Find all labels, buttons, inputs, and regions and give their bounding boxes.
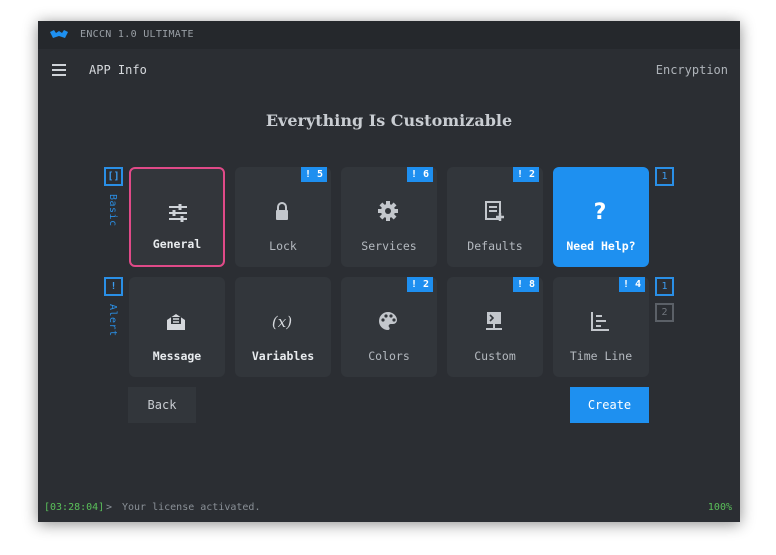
- title-bar: ENCCN 1.0 ULTIMATE: [38, 21, 740, 49]
- terminal-network-icon: [486, 312, 502, 330]
- app-window: ENCCN 1.0 ULTIMATE APP Info Encryption E…: [38, 21, 740, 522]
- window-title: ENCCN 1.0 ULTIMATE: [80, 29, 194, 40]
- status-progress: 100%: [707, 502, 732, 513]
- page-button-1[interactable]: 1: [655, 277, 674, 296]
- svg-text:(x): (x): [272, 313, 292, 331]
- tile-label: Variables: [251, 349, 315, 363]
- alert-badge: ! 2: [407, 277, 433, 292]
- alert-section-icon: !: [104, 277, 123, 296]
- tile-need-help[interactable]: ? Need Help?: [553, 167, 649, 267]
- question-icon: ?: [594, 200, 607, 222]
- document-add-icon: [485, 201, 504, 221]
- page-button-2[interactable]: 2: [655, 303, 674, 322]
- tile-label: Lock: [269, 239, 297, 253]
- page-heading: Everything Is Customizable: [265, 111, 513, 130]
- tile-colors[interactable]: ! 2 Colors: [341, 277, 437, 377]
- tile-label: Services: [361, 239, 417, 253]
- tile-custom[interactable]: ! 8 Custom: [447, 277, 543, 377]
- page-button-1[interactable]: 1: [655, 167, 674, 186]
- status-bar: [03:28:04] > Your license activated. 100…: [38, 497, 740, 519]
- lock-icon: [276, 202, 288, 220]
- encryption-link[interactable]: Encryption: [656, 63, 728, 77]
- basic-section-label: Basic: [107, 194, 118, 227]
- tile-label: Defaults: [467, 239, 523, 253]
- status-time: [03:28:04]: [44, 502, 105, 513]
- timeline-icon: [591, 312, 609, 331]
- tile-label: Message: [152, 349, 202, 363]
- variable-icon: (x): [272, 313, 292, 331]
- palette-icon: [379, 312, 397, 330]
- alert-badge: ! 4: [619, 277, 645, 292]
- alert-badge: ! 6: [407, 167, 433, 182]
- tile-label: Custom: [474, 349, 516, 363]
- tile-label: General: [152, 237, 202, 251]
- back-button[interactable]: Back: [128, 387, 196, 423]
- app-bar: APP Info Encryption: [38, 49, 740, 91]
- alert-badge: ! 8: [513, 277, 539, 292]
- tile-general[interactable]: General: [129, 167, 225, 267]
- hamburger-menu-icon[interactable]: [52, 64, 66, 76]
- sliders-icon: [169, 204, 187, 222]
- bat-logo-icon: [50, 30, 68, 38]
- alert-badge: ! 2: [513, 167, 539, 182]
- alert-section-label: Alert: [107, 304, 118, 337]
- mail-open-icon: [167, 314, 185, 330]
- tile-label: Colors: [368, 349, 410, 363]
- tile-variables[interactable]: (x) Variables: [235, 277, 331, 377]
- app-title: APP Info: [89, 63, 147, 77]
- create-button[interactable]: Create: [570, 387, 649, 423]
- status-message: Your license activated.: [122, 502, 261, 513]
- tile-label: Time Line: [569, 349, 633, 363]
- status-prompt: >: [106, 502, 113, 513]
- tile-services[interactable]: ! 6 Services: [341, 167, 437, 267]
- basic-section-icon: []: [104, 167, 123, 186]
- gear-icon: [378, 201, 398, 221]
- tile-label: Need Help?: [566, 239, 636, 253]
- tile-time-line[interactable]: ! 4 Time Line: [553, 277, 649, 377]
- alert-badge: ! 5: [301, 167, 327, 182]
- svg-text:?: ?: [594, 200, 607, 222]
- tile-defaults[interactable]: ! 2 Defaults: [447, 167, 543, 267]
- tile-message[interactable]: Message: [129, 277, 225, 377]
- tile-lock[interactable]: ! 5 Lock: [235, 167, 331, 267]
